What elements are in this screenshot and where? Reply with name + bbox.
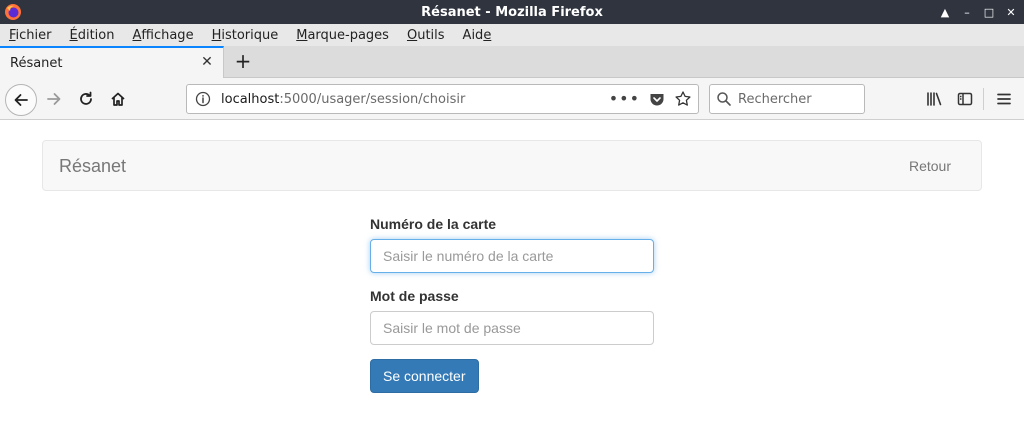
firefox-icon: [5, 4, 21, 20]
new-tab-plus-icon[interactable]: +: [232, 49, 254, 73]
search-placeholder: Rechercher: [738, 91, 812, 107]
menu-marque-pages[interactable]: Marque-pages: [291, 28, 394, 43]
page-actions-icon[interactable]: •••: [609, 89, 640, 108]
back-arrow-icon[interactable]: [5, 84, 37, 116]
window-title: Résanet - Mozilla Firefox: [421, 4, 603, 20]
bookmark-star-icon[interactable]: [674, 90, 692, 108]
page-content: Résanet Retour Numéro de la carte Mot de…: [0, 120, 1024, 424]
reload-icon[interactable]: [72, 85, 100, 113]
card-number-label: Numéro de la carte: [370, 216, 497, 232]
home-icon[interactable]: [104, 85, 132, 113]
toolbar-separator: [983, 88, 984, 110]
tab-resanet[interactable]: Résanet ✕: [0, 46, 224, 78]
tab-close-icon[interactable]: ✕: [199, 54, 215, 70]
url-bar[interactable]: localhost:5000/usager/session/choisir ••…: [186, 84, 699, 114]
url-text: localhost:5000/usager/session/choisir: [221, 91, 466, 107]
url-actions: •••: [609, 89, 692, 108]
menu-edition[interactable]: Édition: [65, 28, 120, 43]
menu-bar: Fichier Édition Affichage Historique Mar…: [0, 24, 1024, 46]
info-icon[interactable]: [195, 91, 211, 107]
login-form: Numéro de la carte Mot de passe Se conne…: [370, 216, 654, 393]
menu-outils[interactable]: Outils: [402, 28, 450, 43]
pocket-icon[interactable]: [648, 90, 666, 108]
tab-strip: Résanet ✕ +: [0, 46, 1024, 78]
window-raise-button[interactable]: ▲: [938, 5, 952, 19]
menu-historique[interactable]: Historique: [207, 28, 284, 43]
retour-link[interactable]: Retour: [909, 158, 951, 174]
sidebar-toggle-icon[interactable]: [951, 85, 979, 113]
window-controls: ▲ – □ ✕: [938, 0, 1018, 24]
nav-toolbar: localhost:5000/usager/session/choisir ••…: [0, 78, 1024, 120]
password-input[interactable]: [370, 311, 654, 345]
window-maximize-button[interactable]: □: [982, 5, 996, 19]
library-icon[interactable]: [920, 85, 948, 113]
tab-title: Résanet: [10, 55, 63, 71]
password-label: Mot de passe: [370, 288, 459, 304]
card-number-input[interactable]: [370, 239, 654, 273]
hamburger-menu-icon[interactable]: [990, 85, 1018, 113]
window-titlebar: Résanet - Mozilla Firefox ▲ – □ ✕: [0, 0, 1024, 24]
login-submit-button[interactable]: Se connecter: [370, 359, 479, 393]
site-brand-link[interactable]: Résanet: [59, 156, 126, 177]
site-navbar: Résanet Retour: [42, 140, 982, 191]
search-icon: [717, 92, 731, 106]
window-close-button[interactable]: ✕: [1004, 5, 1018, 19]
forward-arrow-icon[interactable]: [40, 85, 68, 113]
menu-affichage[interactable]: Affichage: [127, 28, 198, 43]
window-minimize-button[interactable]: –: [960, 5, 974, 19]
menu-aide[interactable]: Aide: [458, 28, 497, 43]
search-bar[interactable]: Rechercher: [709, 84, 865, 114]
menu-fichier[interactable]: Fichier: [4, 28, 57, 43]
